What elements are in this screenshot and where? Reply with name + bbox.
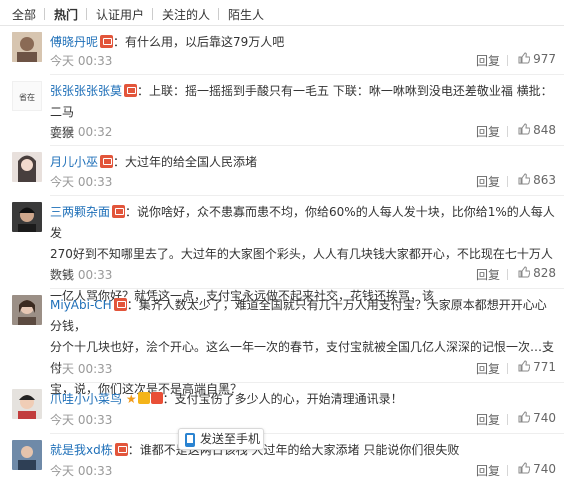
svg-text:省在: 省在	[19, 92, 35, 102]
tab-divider	[218, 8, 219, 20]
like-count: 848	[533, 123, 556, 137]
like-button[interactable]: 771	[518, 360, 556, 374]
comment-divider	[50, 74, 564, 75]
like-count: 828	[533, 266, 556, 280]
avatar[interactable]	[12, 295, 42, 325]
timestamp: 今天 00:32	[50, 125, 113, 139]
timestamp: 今天 00:33	[50, 464, 113, 478]
like-button[interactable]: 740	[518, 462, 556, 476]
meta-divider	[507, 126, 508, 137]
reply-button[interactable]: 回复	[476, 266, 500, 283]
avatar[interactable]: 省在	[12, 81, 42, 111]
thumbs-up-icon	[518, 462, 531, 474]
avatar[interactable]	[12, 389, 42, 419]
reply-button[interactable]: 回复	[476, 123, 500, 140]
username-link[interactable]: 张张张张张莫	[50, 84, 122, 98]
comment-divider	[50, 382, 564, 383]
timestamp: 今天 00:33	[50, 175, 113, 189]
reply-button[interactable]: 回复	[476, 411, 500, 428]
comment-divider	[50, 195, 564, 196]
avatar[interactable]	[12, 202, 42, 232]
meta-divider	[507, 176, 508, 187]
thumbs-up-icon	[518, 360, 531, 372]
thumbs-up-icon	[518, 266, 531, 278]
tab-divider	[44, 8, 45, 20]
comment-meta: 今天 00:33 回复 740	[50, 462, 558, 480]
comment-meta: 今天 00:32 回复 848	[50, 123, 558, 141]
avatar[interactable]	[12, 440, 42, 470]
comment-meta: 今天 00:33 回复 771	[50, 360, 558, 378]
star-icon: ★	[125, 392, 137, 406]
meta-divider	[507, 269, 508, 280]
timestamp: 今天 00:33	[50, 413, 113, 427]
medal-icon	[137, 392, 150, 404]
like-button[interactable]: 977	[518, 52, 556, 66]
timestamp: 今天 00:33	[50, 54, 113, 68]
tab-following[interactable]: 关注的人	[162, 6, 210, 23]
like-button[interactable]: 863	[518, 173, 556, 187]
username-link[interactable]: 傅晓丹呢	[50, 35, 98, 49]
meta-divider	[507, 414, 508, 425]
member-badge-icon	[124, 84, 138, 97]
like-button[interactable]: 848	[518, 123, 556, 137]
member-badge-icon	[100, 155, 114, 168]
tab-divider	[152, 8, 153, 20]
like-count: 863	[533, 173, 556, 187]
tab-verified[interactable]: 认证用户	[96, 6, 144, 23]
comment-text: ：有什么用，以后靠这79万人吧	[113, 35, 285, 49]
username-link[interactable]: 月儿小巫	[50, 155, 98, 169]
comment-divider	[50, 288, 564, 289]
tab-hot[interactable]: 热门	[54, 6, 78, 23]
username-link[interactable]: 三两颗杂面	[50, 205, 110, 219]
comment-text: ：说你啥好，众不患寡而患不均，你给60%的人每人发十块，比你给1%的人每人发	[50, 205, 555, 240]
like-count: 740	[533, 411, 556, 425]
phone-icon	[185, 433, 195, 447]
tab-strangers[interactable]: 陌生人	[228, 6, 264, 23]
reply-button[interactable]: 回复	[476, 360, 500, 377]
reply-button[interactable]: 回复	[476, 52, 500, 69]
member-badge-icon	[150, 392, 163, 404]
like-count: 977	[533, 52, 556, 66]
member-badge-icon	[113, 298, 127, 311]
meta-divider	[507, 363, 508, 374]
like-button[interactable]: 828	[518, 266, 556, 280]
username-link[interactable]: 爪哇小小菜鸟	[50, 392, 122, 406]
tab-all[interactable]: 全部	[12, 6, 36, 23]
member-badge-icon	[100, 35, 114, 48]
reply-button[interactable]: 回复	[476, 173, 500, 190]
username-link[interactable]: MiyAbi-CH	[50, 298, 112, 312]
comment-meta: 今天 00:33 回复 740	[50, 411, 558, 429]
comment-meta: 今天 00:33 回复 863	[50, 173, 558, 191]
username-link[interactable]: 就是我xd栋	[50, 443, 113, 457]
member-badge-icon	[112, 205, 126, 218]
member-badge-icon	[114, 443, 128, 456]
thumbs-up-icon	[518, 123, 531, 135]
comment-meta: 今天 00:33 回复 828	[50, 266, 558, 284]
avatar[interactable]	[12, 152, 42, 182]
filter-tabs: 全部 热门 认证用户 关注的人 陌生人	[0, 0, 564, 26]
thumbs-up-icon	[518, 173, 531, 185]
thumbs-up-icon	[518, 411, 531, 423]
avatar[interactable]	[12, 32, 42, 62]
send-to-phone-label: 发送至手机	[200, 432, 261, 446]
tab-divider	[86, 8, 87, 20]
comment-divider	[50, 433, 564, 434]
comment-meta: 今天 00:33 回复 977	[50, 52, 558, 70]
like-count: 740	[533, 462, 556, 476]
meta-divider	[507, 55, 508, 66]
timestamp: 今天 00:33	[50, 268, 113, 282]
send-to-phone-button[interactable]: 发送至手机	[178, 428, 264, 450]
reply-button[interactable]: 回复	[476, 462, 500, 479]
meta-divider	[507, 465, 508, 476]
like-count: 771	[533, 360, 556, 374]
timestamp: 今天 00:33	[50, 362, 113, 376]
comment-text: ：大过年的给全国人民添堵	[113, 155, 258, 169]
comment-text: ：支付宝伤了多少人的心，开始清理通讯录！	[162, 392, 403, 406]
like-button[interactable]: 740	[518, 411, 556, 425]
thumbs-up-icon	[518, 52, 531, 64]
comment-divider	[50, 145, 564, 146]
